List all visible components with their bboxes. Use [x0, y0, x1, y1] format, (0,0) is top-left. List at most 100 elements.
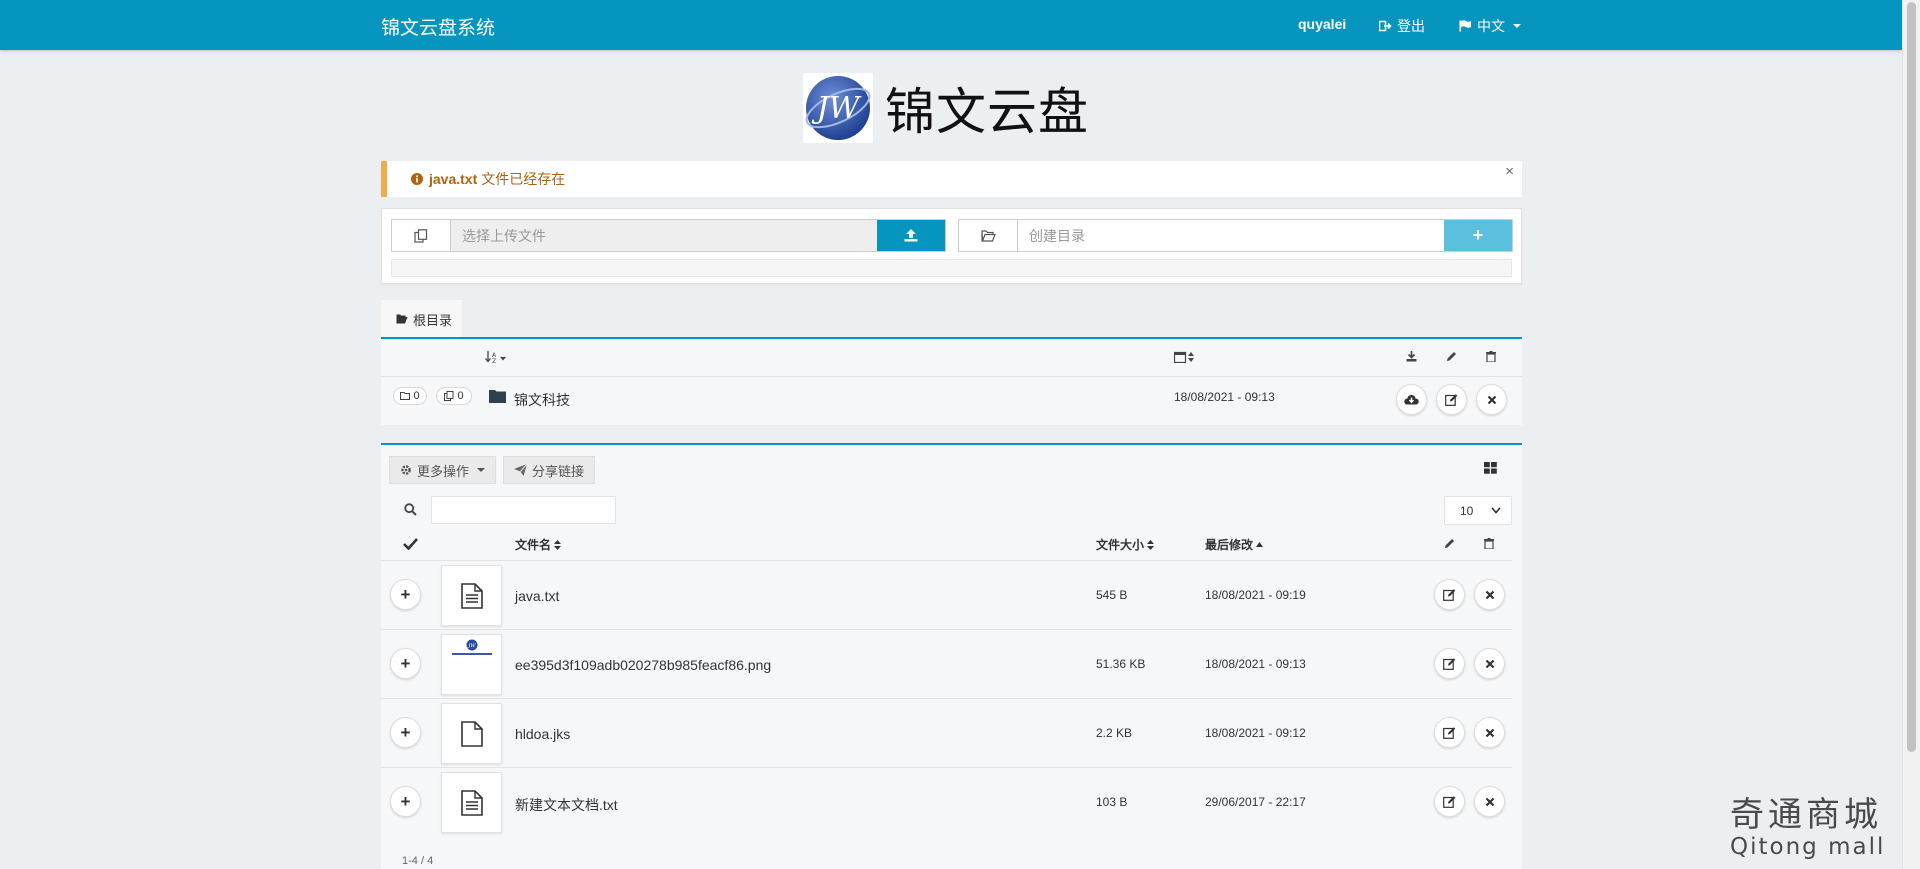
- file-delete-button[interactable]: [1474, 786, 1505, 817]
- language-dropdown[interactable]: 中文: [1459, 16, 1521, 36]
- jw-logo-icon: JW: [805, 76, 871, 140]
- top-navbar: 锦文云盘系统 quyalei 登出 中文: [0, 0, 1902, 50]
- file-upload-group: 选择上传文件: [391, 219, 946, 252]
- file-row[interactable]: + java.txt 545 B 18/08/2021 - 09:19: [381, 560, 1512, 629]
- folder-edit-button[interactable]: [1436, 384, 1467, 415]
- file-size: 545 B: [1096, 588, 1128, 602]
- file-upload-input[interactable]: 选择上传文件: [451, 220, 877, 251]
- select-row-button[interactable]: +: [390, 648, 421, 679]
- caret-down-icon: [477, 468, 486, 472]
- edit-icon: [1443, 589, 1456, 601]
- folder-open-icon: [959, 220, 1018, 251]
- file-delete-button[interactable]: [1474, 648, 1505, 679]
- blank-file-icon[interactable]: [441, 703, 502, 764]
- upload-progress-bar: [391, 259, 1512, 277]
- share-link-button[interactable]: 分享链接: [503, 456, 596, 484]
- logout-link[interactable]: 登出: [1379, 16, 1425, 36]
- sort-icon: [554, 539, 562, 550]
- header-modified[interactable]: 最后修改: [1205, 536, 1264, 553]
- folder-icon: [400, 392, 411, 400]
- file-delete-button[interactable]: [1474, 579, 1505, 610]
- select-row-button[interactable]: +: [390, 786, 421, 817]
- pencil-icon: [1444, 538, 1455, 552]
- select-row-button[interactable]: +: [390, 717, 421, 748]
- alert-filename: java.txt: [429, 171, 478, 187]
- svg-text:JW: JW: [467, 643, 476, 649]
- caret-down-icon: [1513, 24, 1521, 28]
- plus-icon: +: [400, 722, 411, 742]
- upload-button[interactable]: [877, 220, 945, 251]
- trash-icon: [1486, 351, 1496, 365]
- edit-icon: [1445, 394, 1458, 406]
- page-size-value: 10: [1460, 503, 1474, 518]
- upload-icon: [904, 229, 918, 242]
- file-date: 29/06/2017 - 22:17: [1205, 795, 1306, 809]
- header-filesize[interactable]: 文件大小: [1096, 536, 1155, 553]
- copy-files-icon: [392, 220, 451, 251]
- file-row[interactable]: + JW ee395d3f109adb020278b985feacf86.png…: [381, 629, 1512, 698]
- calendar-sort-icon[interactable]: [1173, 351, 1196, 366]
- file-date: 18/08/2021 - 09:19: [1205, 588, 1306, 602]
- search-input[interactable]: [431, 496, 616, 524]
- text-file-icon[interactable]: [441, 772, 502, 833]
- file-name[interactable]: 新建文本文档.txt: [515, 795, 618, 815]
- select-row-button[interactable]: +: [390, 579, 421, 610]
- file-count-badge: 0: [436, 387, 472, 405]
- vertical-scrollbar[interactable]: [1902, 0, 1920, 869]
- scrollbar-thumb[interactable]: [1907, 2, 1916, 752]
- file-date: 18/08/2021 - 09:13: [1205, 657, 1306, 671]
- share-link-label: 分享链接: [532, 463, 585, 479]
- plus-icon: +: [400, 653, 411, 673]
- text-file-icon[interactable]: [441, 565, 502, 626]
- user-name: quyalei: [1298, 16, 1347, 32]
- more-actions-dropdown[interactable]: 更多操作: [389, 456, 497, 484]
- files-panel: 更多操作 分享链接 10 文件名 文件大小 最后修改 + java.txt 54…: [381, 443, 1522, 869]
- file-edit-button[interactable]: [1434, 579, 1465, 610]
- edit-icon: [1443, 658, 1456, 670]
- flag-icon: [1459, 20, 1471, 32]
- watermark-line2: Qitong mall: [1730, 834, 1886, 860]
- file-row[interactable]: + hldoa.jks 2.2 KB 18/08/2021 - 09:12: [381, 698, 1512, 767]
- brand-title[interactable]: 锦文云盘系统: [381, 13, 495, 40]
- page-size-select[interactable]: 10: [1444, 496, 1512, 525]
- file-name[interactable]: hldoa.jks: [515, 726, 570, 742]
- edit-icon: [1443, 796, 1456, 808]
- close-icon: [1487, 395, 1496, 404]
- folder-date: 18/08/2021 - 09:13: [1174, 390, 1275, 404]
- file-delete-button[interactable]: [1474, 717, 1505, 748]
- send-icon: [514, 464, 527, 476]
- select-all-check-icon[interactable]: [403, 537, 418, 553]
- folder-row[interactable]: 0 0 锦文科技 18/08/2021 - 09:13: [381, 377, 1522, 425]
- image-thumbnail[interactable]: JW: [441, 634, 502, 695]
- file-edit-button[interactable]: [1434, 717, 1465, 748]
- folder-download-button[interactable]: [1396, 384, 1427, 415]
- svg-text:JW: JW: [811, 91, 862, 126]
- file-edit-button[interactable]: [1434, 648, 1465, 679]
- sort-icon: [1147, 539, 1155, 550]
- create-dir-group: 创建目录 +: [958, 219, 1513, 252]
- close-icon: [1485, 659, 1494, 668]
- create-dir-input[interactable]: 创建目录: [1018, 220, 1444, 251]
- folder-panel: AZ 0 0 锦文科技 18/08/2021 - 09:13: [381, 337, 1522, 425]
- language-label: 中文: [1477, 18, 1505, 34]
- dir-count-badge: 0: [393, 387, 427, 405]
- download-icon: [1406, 351, 1417, 365]
- folder-delete-button[interactable]: [1476, 384, 1507, 415]
- alert-close-button[interactable]: ×: [1505, 163, 1514, 180]
- file-name[interactable]: ee395d3f109adb020278b985feacf86.png: [515, 657, 771, 673]
- file-size: 51.36 KB: [1096, 657, 1146, 671]
- create-dir-button[interactable]: +: [1444, 220, 1512, 251]
- edit-icon: [1443, 727, 1456, 739]
- file-edit-button[interactable]: [1434, 786, 1465, 817]
- user-name-link[interactable]: quyalei: [1298, 16, 1346, 32]
- grid-view-icon[interactable]: [1484, 462, 1497, 477]
- folder-table-header: AZ: [381, 339, 1522, 377]
- breadcrumb[interactable]: 根目录: [381, 300, 462, 338]
- file-row[interactable]: + 新建文本文档.txt 103 B 29/06/2017 - 22:17: [381, 767, 1512, 836]
- breadcrumb-root[interactable]: 根目录: [413, 310, 452, 329]
- header-filename[interactable]: 文件名: [515, 536, 562, 553]
- file-size: 103 B: [1096, 795, 1128, 809]
- folder-name[interactable]: 锦文科技: [514, 390, 570, 410]
- sort-alpha-icon[interactable]: AZ: [485, 351, 507, 366]
- file-name[interactable]: java.txt: [515, 588, 559, 604]
